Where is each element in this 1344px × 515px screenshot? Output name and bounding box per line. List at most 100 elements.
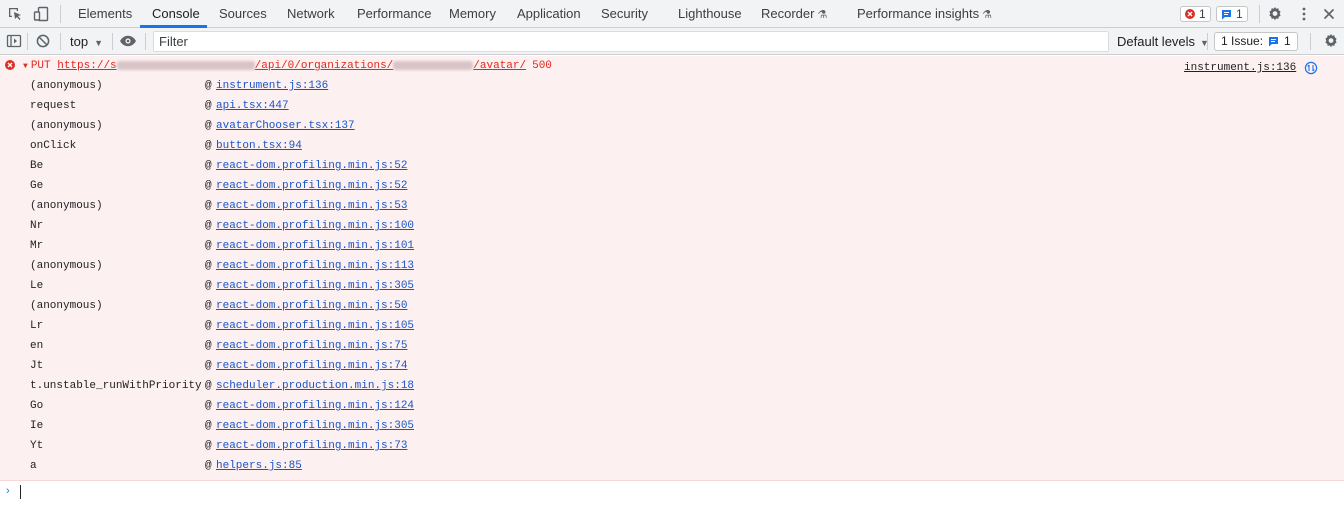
toolbar-divider [145,33,146,50]
tab-application[interactable]: Application [517,0,581,28]
frame-source-link[interactable]: react-dom.profiling.min.js:101 [216,239,414,253]
tab-label: Elements [78,6,133,21]
frame-function: en [30,340,44,352]
devtools-tabbar: Elements Console Sources Network Performance… [0,0,1344,28]
frame-source-link[interactable]: react-dom.profiling.min.js:105 [216,319,414,333]
live-expression-eye-icon[interactable] [119,32,137,50]
error-circle-icon [1185,9,1195,19]
frame-function: Go [30,400,44,412]
frame-at-sign: @ [205,360,212,372]
message-count-badge[interactable]: 1 [1216,6,1248,22]
clear-console-icon[interactable] [34,32,52,50]
frame-function: Ie [30,420,44,432]
tab-memory[interactable]: Memory [449,0,496,28]
frame-at-sign: @ [205,140,212,152]
tab-performance-insights[interactable]: Performance insights ⚗ [857,0,992,28]
frame-function: (anonymous) [30,120,103,132]
settings-gear-icon[interactable] [1266,5,1284,23]
error-header[interactable]: ▼ PUT https://s/api/0/organizations/ /avat… [23,59,552,73]
frame-function: t.unstable_runWithPriority [30,380,202,392]
console-error-message: ▼ PUT https://s/api/0/organizations/ /avat… [0,56,1344,481]
frame-function: Mr [30,240,44,252]
tab-lighthouse[interactable]: Lighthouse [678,0,742,28]
tab-label: Console [152,6,200,21]
frame-source-link[interactable]: react-dom.profiling.min.js:305 [216,419,414,433]
tab-network[interactable]: Network [287,0,335,28]
frame-at-sign: @ [205,220,212,232]
frame-source-link[interactable]: react-dom.profiling.min.js:100 [216,219,414,233]
frame-source-link[interactable]: button.tsx:94 [216,139,302,153]
message-source-link[interactable]: instrument.js:136 [1184,62,1296,74]
frame-source-link[interactable]: react-dom.profiling.min.js:75 [216,339,407,353]
close-devtools-icon[interactable] [1320,5,1338,23]
tab-security[interactable]: Security [601,0,648,28]
inspect-element-icon[interactable] [6,5,24,23]
frame-function: Lr [30,320,44,332]
frame-at-sign: @ [205,100,212,112]
expand-triangle-icon[interactable]: ▼ [23,62,28,71]
frame-source-link[interactable]: react-dom.profiling.min.js:50 [216,299,407,313]
frame-source-link[interactable]: react-dom.profiling.min.js:305 [216,279,414,293]
frame-at-sign: @ [205,80,212,92]
message-count: 1 [1236,7,1243,21]
levels-label: Default levels [1117,34,1196,49]
context-selector[interactable]: top ▼ [70,28,103,55]
frame-source-link[interactable]: react-dom.profiling.min.js:113 [216,259,414,273]
frame-source-link[interactable]: scheduler.production.min.js:18 [216,379,414,393]
console-input-caret[interactable] [20,485,21,499]
frame-source-link[interactable]: avatarChooser.tsx:137 [216,119,355,133]
tab-performance[interactable]: Performance [357,0,431,28]
tab-elements[interactable]: Elements [78,0,132,28]
frame-function: Ge [30,180,44,192]
tab-sources[interactable]: Sources [219,0,267,28]
error-count-badge[interactable]: 1 [1180,6,1211,22]
flask-icon: ⚗ [982,9,992,21]
toolbar-divider [27,33,28,50]
frame-at-sign: @ [205,340,212,352]
issues-count: 1 [1284,34,1291,48]
tab-recorder[interactable]: Recorder ⚗ [761,0,827,28]
more-options-icon[interactable] [1295,5,1313,23]
source-info-icon[interactable] [1304,61,1318,79]
issues-label: 1 Issue: [1221,34,1264,48]
frame-source-link[interactable]: helpers.js:85 [216,459,302,473]
console-toolbar: top ▼ Default levels▼ 1 Issue: 1 [0,28,1344,55]
device-toolbar-icon[interactable] [32,5,50,23]
toolbar-divider [112,33,113,50]
tab-label: Memory [449,6,496,21]
context-label: top [70,34,89,49]
frame-source-link[interactable]: react-dom.profiling.min.js:73 [216,439,407,453]
tab-label: Sources [219,6,267,21]
log-levels-dropdown[interactable]: Default levels ▼ [1117,28,1209,55]
frame-source-link[interactable]: react-dom.profiling.min.js:52 [216,179,407,193]
frame-function: onClick [30,140,77,152]
frame-function: request [30,100,77,112]
frame-at-sign: @ [205,160,212,172]
frame-at-sign: @ [205,200,212,212]
console-settings-gear-icon[interactable] [1322,32,1340,50]
frame-source-link[interactable]: react-dom.profiling.min.js:53 [216,199,407,213]
frame-function: Le [30,280,44,292]
tab-label: Recorder [761,6,815,21]
console-prompt-chevron-icon: › [6,485,10,497]
request-url[interactable]: https://s/api/0/organizations/ /avatar/ [57,60,526,72]
frame-source-link[interactable]: api.tsx:447 [216,99,289,113]
frame-function: (anonymous) [30,300,103,312]
frame-source-link[interactable]: react-dom.profiling.min.js:52 [216,159,407,173]
frame-source-link[interactable]: react-dom.profiling.min.js:124 [216,399,414,413]
filter-input[interactable] [153,31,1109,52]
frame-source-link[interactable]: react-dom.profiling.min.js:74 [216,359,407,373]
tab-console[interactable]: Console [152,0,200,28]
url-middle: /api/0/organizations/ [254,60,394,72]
show-sidebar-icon[interactable] [5,32,23,50]
frame-function: Nr [30,220,44,232]
tab-label: Performance [357,6,432,21]
frame-at-sign: @ [205,440,212,452]
tab-label: Network [287,6,335,21]
issues-button[interactable]: 1 Issue: 1 [1214,32,1298,51]
frame-function: Be [30,160,44,172]
frame-at-sign: @ [205,120,212,132]
message-icon [1221,9,1232,20]
status-code: 500 [532,60,552,72]
frame-source-link[interactable]: instrument.js:136 [216,79,328,93]
